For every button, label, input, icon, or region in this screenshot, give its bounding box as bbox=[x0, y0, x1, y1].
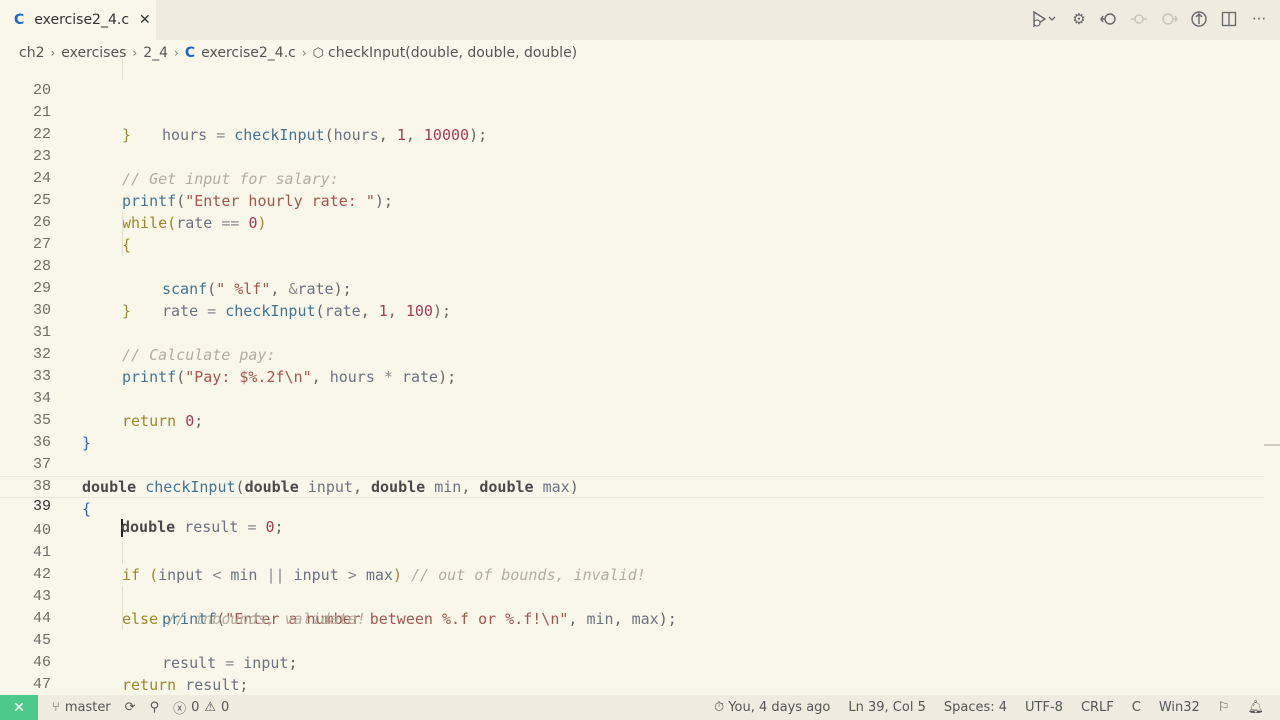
error-count: 0 bbox=[191, 700, 200, 715]
scrollbar-marker[interactable] bbox=[1264, 444, 1280, 446]
code-line: 46 return result; bbox=[0, 630, 1264, 694]
code-line: 32 printf("Pay: $%.2f\n", hours * rate); bbox=[0, 322, 1264, 386]
code-line: 23 // Get input for salary: bbox=[0, 124, 1264, 188]
code-line: 47 } bbox=[0, 652, 1264, 693]
source-control-graph-icon[interactable]: ⚲ bbox=[150, 700, 160, 715]
more-actions-icon[interactable]: ··· bbox=[1250, 8, 1268, 30]
git-blame[interactable]: ⏱ You, 4 days ago bbox=[714, 700, 830, 715]
code-line: 30 bbox=[0, 278, 1264, 319]
run-debug-icon[interactable] bbox=[1030, 8, 1058, 30]
code-line: 40 bbox=[0, 498, 1264, 539]
code-line: 42 printf("Enter a number between %.f or… bbox=[0, 542, 1264, 628]
code-line: 29 } bbox=[0, 256, 1264, 320]
code-line: 45 bbox=[0, 608, 1264, 649]
go-prev-icon[interactable] bbox=[1130, 8, 1148, 30]
code-line: 31 // Calculate pay: bbox=[0, 300, 1264, 364]
tab-title: exercise2_4.c bbox=[34, 12, 130, 28]
copilot-icon[interactable] bbox=[1190, 8, 1208, 30]
close-tab-icon[interactable]: ✕ bbox=[139, 12, 151, 28]
sync-icon[interactable]: ⟳ bbox=[125, 700, 136, 715]
c-file-icon: C bbox=[14, 12, 25, 28]
editor-tab[interactable]: C exercise2_4.c ✕ bbox=[0, 0, 156, 40]
code-line: 43 else // inbounds, validate! bbox=[0, 564, 1264, 628]
editor-actions: ⚙ ··· bbox=[1030, 8, 1268, 30]
language-mode[interactable]: C bbox=[1132, 700, 1141, 715]
code-editor[interactable]: 20 hours = checkInput(hours, 1, 10000); … bbox=[0, 58, 1280, 695]
code-line: 41 if (input < min || input > max) // ou… bbox=[0, 520, 1264, 584]
git-branch-icon: ⑂ bbox=[52, 700, 60, 715]
go-next-icon[interactable] bbox=[1160, 8, 1178, 30]
error-icon: ⓧ bbox=[173, 702, 187, 717]
code-line: 35 } bbox=[0, 388, 1264, 452]
branch-indicator[interactable]: ⑂ master bbox=[52, 700, 111, 715]
code-line: 20 hours = checkInput(hours, 1, 10000); bbox=[0, 58, 1264, 144]
current-line: 39 double result = 0; bbox=[0, 476, 1264, 537]
code-line: 22 bbox=[0, 102, 1264, 143]
encoding[interactable]: UTF-8 bbox=[1025, 700, 1063, 715]
branch-name: master bbox=[64, 700, 111, 715]
notifications-bell-icon[interactable]: 🔔︎ bbox=[1247, 700, 1264, 715]
indentation[interactable]: Spaces: 4 bbox=[944, 700, 1007, 715]
warning-icon: ⚠ bbox=[204, 700, 217, 715]
go-back-icon[interactable] bbox=[1100, 8, 1118, 30]
tab-bar: C exercise2_4.c ✕ ⚙ ··· bbox=[0, 0, 1280, 40]
code-line: 26 { bbox=[0, 190, 1264, 254]
cursor-position[interactable]: Ln 39, Col 5 bbox=[848, 700, 925, 715]
code-line: 28 rate = checkInput(rate, 1, 100); bbox=[0, 234, 1264, 320]
problems-indicator[interactable]: ⓧ 0 ⚠ 0 bbox=[173, 698, 229, 717]
code-line: 44 result = input; bbox=[0, 586, 1264, 672]
line-number: 47 bbox=[32, 676, 51, 693]
code-line: 38 { bbox=[0, 454, 1264, 518]
code-line: 25 while(rate == 0) bbox=[0, 168, 1264, 232]
settings-gear-icon[interactable]: ⚙ bbox=[1070, 8, 1088, 30]
code-line: 27 scanf(" %lf", &rate); bbox=[0, 212, 1264, 298]
code-line: 24 printf("Enter hourly rate: "); bbox=[0, 146, 1264, 210]
line-ending[interactable]: CRLF bbox=[1081, 700, 1114, 715]
code-line: 36 bbox=[0, 410, 1264, 451]
remote-indicator-icon[interactable]: ✕ bbox=[0, 695, 38, 720]
status-bar: ✕ ⑂ master ⟳ ⚲ ⓧ 0 ⚠ 0 ⏱ You, 4 days ago… bbox=[0, 695, 1280, 720]
warning-count: 0 bbox=[221, 700, 230, 715]
split-editor-icon[interactable] bbox=[1220, 8, 1238, 30]
code-line: 21 } bbox=[0, 80, 1264, 144]
clock-icon: ⏱ bbox=[714, 700, 725, 715]
code-line: 34 return 0; bbox=[0, 366, 1264, 430]
code-line: 37 double checkInput(double input, doubl… bbox=[0, 432, 1264, 496]
feedback-icon[interactable]: ⚐ bbox=[1218, 700, 1230, 715]
platform[interactable]: Win32 bbox=[1159, 700, 1200, 715]
code-line: 33 bbox=[0, 344, 1264, 385]
